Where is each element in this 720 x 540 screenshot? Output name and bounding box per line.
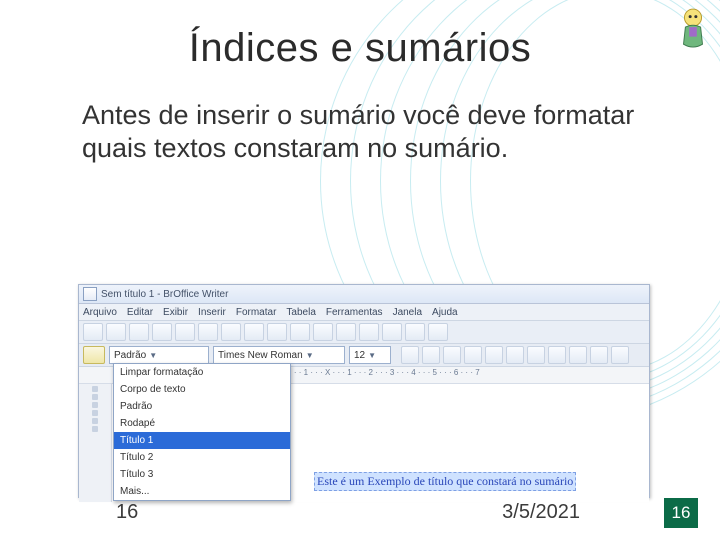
style-option-heading2[interactable]: Título 2 (114, 449, 290, 466)
slide-body-text: Antes de inserir o sumário você deve for… (0, 71, 720, 165)
more-button[interactable] (428, 323, 448, 341)
style-option-heading1[interactable]: Título 1 (114, 432, 290, 449)
styles-gallery-button[interactable] (83, 346, 105, 364)
font-name-value: Times New Roman (218, 350, 303, 361)
cut-button[interactable] (198, 323, 218, 341)
document-selected-text[interactable]: Este é um Exemplo de título que constará… (314, 472, 576, 491)
bullet-list-button[interactable] (569, 346, 587, 364)
style-option-heading3[interactable]: Título 3 (114, 466, 290, 483)
chevron-down-icon: ▼ (305, 351, 315, 360)
underline-button[interactable] (443, 346, 461, 364)
copy-button[interactable] (221, 323, 241, 341)
align-right-button[interactable] (506, 346, 524, 364)
footer-page-badge: 16 (664, 498, 698, 528)
cartoon-character-icon (674, 6, 712, 52)
style-option-body[interactable]: Corpo de texto (114, 381, 290, 398)
app-window: Sem título 1 - BrOffice Writer Arquivo E… (78, 284, 650, 498)
open-button[interactable] (106, 323, 126, 341)
paste-button[interactable] (244, 323, 264, 341)
menu-janela[interactable]: Janela (393, 307, 422, 318)
paragraph-style-combo[interactable]: Padrão ▼ (109, 346, 209, 364)
menu-inserir[interactable]: Inserir (198, 307, 226, 318)
app-title-text: Sem título 1 - BrOffice Writer (101, 289, 228, 300)
style-option-more[interactable]: Mais... (114, 483, 290, 500)
paragraph-style-dropdown: Limpar formatação Corpo de texto Padrão … (113, 363, 291, 501)
app-titlebar: Sem título 1 - BrOffice Writer (79, 285, 649, 304)
footer-date: 3/5/2021 (502, 501, 580, 524)
save-button[interactable] (129, 323, 149, 341)
menu-tabela[interactable]: Tabela (286, 307, 315, 318)
chevron-down-icon: ▼ (367, 351, 377, 360)
redo-button[interactable] (290, 323, 310, 341)
menu-formatar[interactable]: Formatar (236, 307, 277, 318)
footer-page-number-left: 16 (116, 501, 138, 524)
menubar: Arquivo Editar Exibir Inserir Formatar T… (79, 304, 649, 321)
new-button[interactable] (83, 323, 103, 341)
spellcheck-button[interactable] (359, 323, 379, 341)
document-icon (83, 287, 97, 301)
align-left-button[interactable] (464, 346, 482, 364)
menu-exibir[interactable]: Exibir (163, 307, 188, 318)
menu-editar[interactable]: Editar (127, 307, 153, 318)
chevron-down-icon: ▼ (148, 351, 158, 360)
italic-button[interactable] (422, 346, 440, 364)
align-justify-button[interactable] (527, 346, 545, 364)
link-button[interactable] (336, 323, 356, 341)
bold-button[interactable] (401, 346, 419, 364)
font-size-combo[interactable]: 12 ▼ (349, 346, 391, 364)
standard-toolbar (79, 321, 649, 344)
menu-arquivo[interactable]: Arquivo (83, 307, 117, 318)
decrease-indent-button[interactable] (590, 346, 608, 364)
print-button[interactable] (152, 323, 172, 341)
undo-button[interactable] (267, 323, 287, 341)
style-option-default[interactable]: Padrão (114, 398, 290, 415)
ruler-ticks: · · · 1 · · · X · · · 1 · · · 2 · · · 3 … (289, 368, 480, 377)
help-button[interactable] (405, 323, 425, 341)
zoom-button[interactable] (382, 323, 402, 341)
numbered-list-button[interactable] (548, 346, 566, 364)
increase-indent-button[interactable] (611, 346, 629, 364)
font-name-combo[interactable]: Times New Roman ▼ (213, 346, 345, 364)
menu-ferramentas[interactable]: Ferramentas (326, 307, 383, 318)
align-center-button[interactable] (485, 346, 503, 364)
font-size-value: 12 (354, 350, 365, 361)
slide-title: Índices e sumários (0, 0, 720, 71)
style-option-footer[interactable]: Rodapé (114, 415, 290, 432)
table-button[interactable] (313, 323, 333, 341)
slide: Índices e sumários Antes de inserir o su… (0, 0, 720, 540)
menu-ajuda[interactable]: Ajuda (432, 307, 458, 318)
vertical-ruler (79, 384, 112, 502)
style-option-clear[interactable]: Limpar formatação (114, 364, 290, 381)
preview-button[interactable] (175, 323, 195, 341)
paragraph-style-value: Padrão (114, 350, 146, 361)
